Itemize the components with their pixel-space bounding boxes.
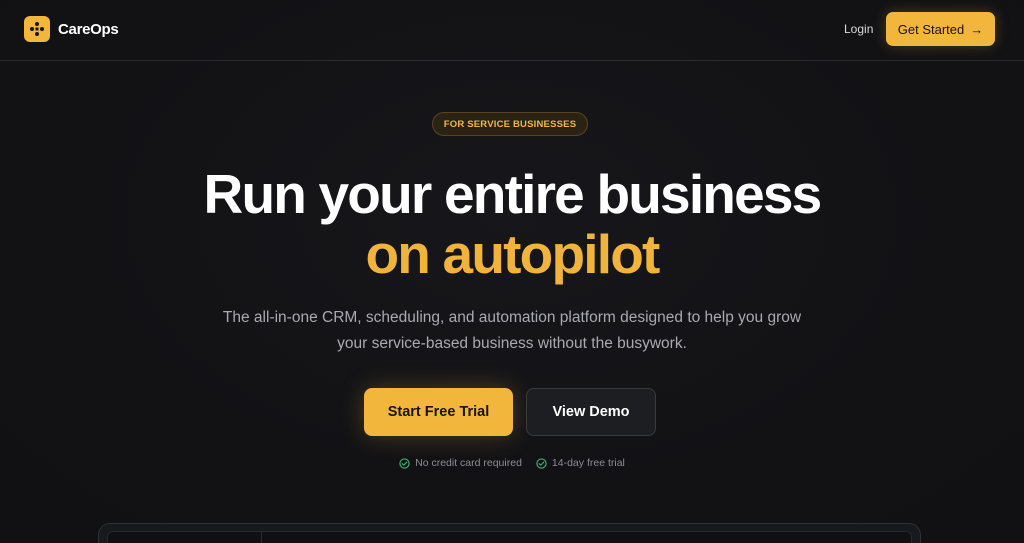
- brand-logo-link[interactable]: CareOps: [24, 16, 119, 42]
- start-free-trial-button[interactable]: Start Free Trial: [364, 388, 513, 436]
- hero-subtitle: The all-in-one CRM, scheduling, and auto…: [222, 309, 802, 352]
- landing-page: CareOps Login Get Started → FOR SERVICE …: [0, 0, 1024, 543]
- assurance-label: No credit card required: [415, 457, 522, 469]
- app-preview-frame: [98, 523, 921, 543]
- assurance-label: 14-day free trial: [551, 457, 625, 469]
- login-link[interactable]: Login: [844, 22, 873, 36]
- get-started-label: Get Started: [897, 21, 965, 37]
- brand-name: CareOps: [58, 20, 119, 38]
- check-circle-icon: [536, 457, 547, 469]
- app-preview-screen: [107, 531, 912, 543]
- app-preview-sidebar: [108, 532, 262, 543]
- logo-icon: [24, 16, 50, 42]
- trial-assurances: No credit card required 14-day free tria…: [0, 457, 1024, 469]
- audience-badge: FOR SERVICE BUSINESSES: [432, 112, 588, 136]
- assurance-no-card: No credit card required: [399, 457, 522, 469]
- check-circle-icon: [399, 457, 410, 469]
- hero-headline-accent: on autopilot: [365, 223, 660, 285]
- hero-headline: Run your entire business: [203, 163, 823, 225]
- view-demo-button[interactable]: View Demo: [526, 388, 656, 436]
- top-nav: CareOps Login Get Started →: [0, 0, 1024, 61]
- arrow-right-icon: →: [970, 21, 984, 37]
- get-started-button[interactable]: Get Started →: [886, 12, 995, 46]
- assurance-free-trial: 14-day free trial: [536, 457, 625, 469]
